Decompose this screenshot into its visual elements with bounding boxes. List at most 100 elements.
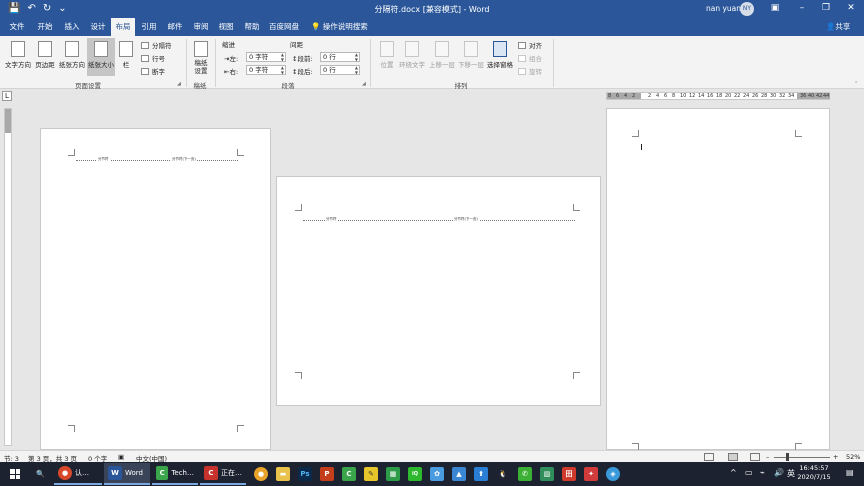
tab-design[interactable]: 设计	[85, 18, 111, 36]
search-icon[interactable]: 🔍	[32, 463, 49, 485]
orientation-button[interactable]: 纸张方向	[58, 41, 86, 69]
taskbar-pinned-notes[interactable]: ✎	[360, 463, 382, 485]
taskbar-pinned-photoshop[interactable]: Ps	[294, 463, 316, 485]
page-setup-launcher-icon[interactable]: ◢	[177, 81, 181, 87]
spacing-before-input[interactable]: 0 行 ▲ ▼	[320, 52, 360, 62]
taskbar-app-word[interactable]: W Word	[104, 463, 150, 485]
taskbar-pinned-app[interactable]: ▲	[448, 463, 470, 485]
wrap-text-button[interactable]: 环绕文字	[398, 41, 426, 69]
tab-home[interactable]: 开始	[32, 18, 58, 36]
zoom-in-icon[interactable]: +	[833, 453, 838, 461]
zoom-slider[interactable]	[774, 457, 830, 458]
taskbar-pinned-iqiyi[interactable]: iQ	[404, 463, 426, 485]
recorder-icon: C	[204, 466, 218, 480]
bring-forward-button[interactable]: 上移一层	[428, 41, 456, 69]
show-hidden-icons-icon[interactable]: ^	[730, 468, 737, 477]
hyphenation-button[interactable]: 断字	[141, 66, 165, 76]
page-3[interactable]	[606, 108, 830, 450]
tell-me-search[interactable]: 💡 操作说明搜索	[311, 18, 368, 36]
collapse-ribbon-icon[interactable]: ⌃	[854, 81, 858, 87]
tab-baidu-netdisk[interactable]: 百度网盘	[266, 18, 302, 36]
read-mode-icon[interactable]	[704, 453, 714, 461]
notifications-icon[interactable]: ▤	[846, 468, 854, 477]
spinner-arrows-icon[interactable]: ▲ ▼	[281, 52, 284, 62]
network-icon[interactable]: ⌁	[760, 468, 765, 477]
draft-paper-settings-button[interactable]: 稿纸设置	[191, 41, 211, 75]
size-button[interactable]: 纸张大小	[87, 38, 115, 76]
page-1[interactable]: 分节符 分节符(下一页)	[40, 128, 271, 450]
page-2[interactable]: 分节符 分节符(下一页)	[276, 176, 601, 406]
tab-file[interactable]: 文件	[4, 18, 30, 36]
web-layout-icon[interactable]	[750, 453, 760, 461]
tab-view[interactable]: 视图	[214, 18, 238, 36]
user-name[interactable]: nan yuan	[706, 4, 741, 13]
spinner-arrows-icon[interactable]: ▲ ▼	[281, 65, 284, 75]
columns-button[interactable]: 栏	[118, 41, 134, 69]
windows-start-icon[interactable]	[10, 469, 20, 479]
restore-icon[interactable]: ❐	[819, 3, 833, 13]
tab-references[interactable]: 引用	[137, 18, 161, 36]
proofing-icon[interactable]: ▣	[118, 453, 124, 461]
breaks-button[interactable]: 分隔符	[141, 40, 172, 50]
line-numbers-button[interactable]: 行号	[141, 53, 165, 63]
tab-insert[interactable]: 插入	[59, 18, 85, 36]
taskbar-pinned-app[interactable]: 田	[558, 463, 580, 485]
tab-review[interactable]: 审阅	[189, 18, 213, 36]
battery-icon[interactable]: ▭	[745, 468, 753, 477]
print-layout-icon[interactable]	[728, 453, 738, 461]
send-backward-button[interactable]: 下移一层	[457, 41, 485, 69]
zoom-out-icon[interactable]: –	[766, 453, 769, 461]
tab-help[interactable]: 帮助	[240, 18, 264, 36]
orientation-icon	[65, 41, 79, 57]
selection-pane-button[interactable]: 选择窗格	[485, 41, 515, 69]
taskbar-pinned-app[interactable]: ✿	[426, 463, 448, 485]
tab-mailings[interactable]: 邮件	[163, 18, 187, 36]
taskbar-app-recorder[interactable]: C 正在…	[200, 463, 246, 485]
close-icon[interactable]: ✕	[844, 3, 858, 13]
taskbar-pinned-app[interactable]: ▨	[536, 463, 558, 485]
photoshop-icon: Ps	[298, 467, 312, 481]
rotate-button[interactable]: 旋转	[518, 66, 542, 76]
share-button[interactable]: 👤共享	[826, 18, 850, 36]
taskbar-pinned-powerpoint[interactable]: P	[316, 463, 338, 485]
volume-icon[interactable]: 🔊	[774, 468, 784, 477]
hyphenation-icon	[141, 67, 149, 75]
taskbar-pinned-qq[interactable]: 🐧	[492, 463, 514, 485]
spinner-arrows-icon[interactable]: ▲ ▼	[355, 65, 358, 75]
indent-left-input[interactable]: 0 字符 ▲ ▼	[246, 52, 286, 62]
taskbar-pinned-app[interactable]: ✦	[580, 463, 602, 485]
group-button[interactable]: 组合	[518, 53, 542, 63]
text-direction-button[interactable]: 文字方向	[4, 41, 32, 69]
zoom-level[interactable]: 52%	[846, 453, 860, 461]
taskbar-pinned-camtasia[interactable]: C	[338, 463, 360, 485]
taskbar-pinned-app[interactable]: ⬆	[470, 463, 492, 485]
taskbar-app-camtasia[interactable]: C Tech…	[152, 463, 198, 485]
tab-selector[interactable]: L	[2, 91, 12, 101]
chrome-icon: ●	[254, 467, 268, 481]
taskbar-pinned-wechat[interactable]: ✆	[514, 463, 536, 485]
spacing-after-input[interactable]: 0 行 ▲ ▼	[320, 65, 360, 75]
taskbar-pinned-explorer[interactable]: ▬	[272, 463, 294, 485]
group-separator	[215, 39, 216, 87]
taskbar-app-chrome[interactable]: ● 认…	[54, 463, 102, 485]
zoom-slider-thumb[interactable]	[786, 453, 789, 461]
taskbar-pinned-chrome[interactable]: ●	[250, 463, 272, 485]
indent-right-input[interactable]: 0 字符 ▲ ▼	[246, 65, 286, 75]
folder-icon: ▬	[276, 467, 290, 481]
paragraph-launcher-icon[interactable]: ◢	[362, 81, 366, 87]
taskbar-pinned-app[interactable]: ◈	[602, 463, 624, 485]
horizontal-ruler[interactable]: 8 6 4 2 2 4 6 8 10 12 14 16 18 20 22 24 …	[606, 92, 830, 100]
clock[interactable]: 16:45:57 2020/7/15	[792, 464, 836, 482]
avatar[interactable]: NY	[740, 2, 754, 16]
qq-icon: 🐧	[496, 467, 510, 481]
tab-layout[interactable]: 布局	[111, 18, 135, 36]
margins-button[interactable]: 页边距	[33, 41, 57, 69]
spinner-arrows-icon[interactable]: ▲ ▼	[355, 52, 358, 62]
align-button[interactable]: 对齐	[518, 40, 542, 50]
position-button[interactable]: 位置	[376, 41, 398, 69]
minimize-icon[interactable]: –	[795, 3, 809, 13]
vertical-ruler[interactable]	[4, 108, 12, 446]
section-break-next-label: 分节符(下一页)	[453, 217, 479, 221]
ribbon-display-options-icon[interactable]: ▣	[768, 3, 782, 13]
taskbar-pinned-spreadsheet[interactable]: ▦	[382, 463, 404, 485]
